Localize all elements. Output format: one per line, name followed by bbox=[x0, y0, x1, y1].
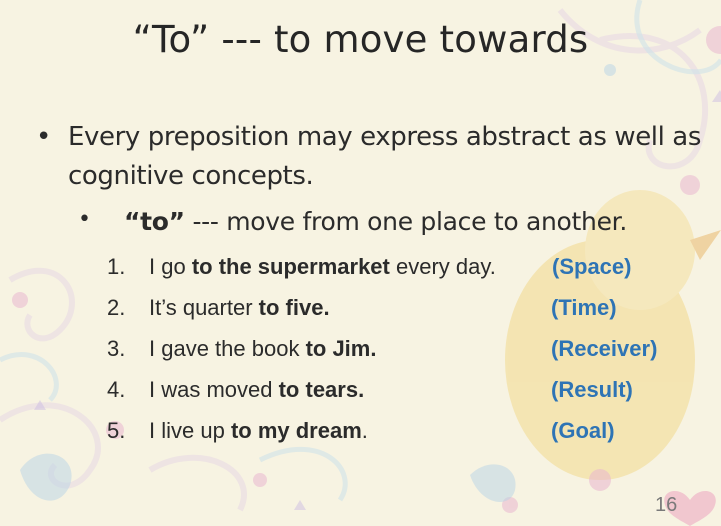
item-sentence: I live up to my dream. bbox=[149, 418, 368, 444]
item-text: It’s quarter bbox=[149, 295, 259, 320]
main-bullet-text: Every preposition may express abstract a… bbox=[68, 122, 701, 191]
list-item: 5. I live up to my dream. (Goal) bbox=[107, 414, 707, 448]
item-tag: (Goal) bbox=[551, 418, 615, 443]
slide-title: “To” --- to move towards bbox=[132, 18, 589, 61]
item-bold: to tears. bbox=[278, 377, 365, 402]
page-number: 16 bbox=[655, 494, 678, 516]
item-tag: (Space) bbox=[552, 254, 632, 279]
item-text: every day. bbox=[389, 254, 496, 279]
item-tag: (Result) bbox=[551, 377, 633, 402]
slide: “To” --- to move towards • Every preposi… bbox=[0, 0, 721, 526]
sub-bullet-rest: --- move from one place to another. bbox=[184, 207, 627, 236]
item-sentence: It’s quarter to five. bbox=[149, 295, 330, 321]
item-bold: to Jim. bbox=[305, 336, 377, 361]
sub-bullet-bold: “to” bbox=[124, 207, 185, 236]
list-item: 3. I gave the book to Jim. (Receiver) bbox=[107, 332, 707, 366]
item-text: I go bbox=[149, 254, 192, 279]
item-number: 3. bbox=[107, 336, 126, 361]
item-text: I gave the book bbox=[149, 336, 306, 361]
item-bold: to the supermarket bbox=[191, 254, 390, 279]
item-text: I was moved bbox=[149, 377, 279, 402]
item-tag: (Time) bbox=[551, 295, 617, 320]
item-sentence: I go to the supermarket every day. bbox=[149, 254, 496, 280]
sub-bullet-dot-icon: • bbox=[78, 207, 91, 232]
list-item: 4. I was moved to tears. (Result) bbox=[107, 373, 707, 407]
item-tag: (Receiver) bbox=[551, 336, 658, 361]
item-text: I live up bbox=[149, 418, 231, 443]
item-text: . bbox=[361, 418, 368, 443]
item-sentence: I was moved to tears. bbox=[149, 377, 364, 403]
sub-bullet-text: “to” --- move from one place to another. bbox=[124, 204, 627, 240]
list-item: 2. It’s quarter to five. (Time) bbox=[107, 291, 707, 325]
list-item: 1. I go to the supermarket every day. (S… bbox=[107, 250, 707, 284]
item-number: 1. bbox=[107, 254, 126, 279]
bullet-dot-icon: • bbox=[36, 122, 52, 152]
item-number: 5. bbox=[107, 418, 126, 443]
item-bold: to five. bbox=[258, 295, 330, 320]
item-number: 2. bbox=[107, 295, 126, 320]
item-sentence: I gave the book to Jim. bbox=[149, 336, 376, 362]
item-bold: to my dream bbox=[230, 418, 362, 443]
item-number: 4. bbox=[107, 377, 126, 402]
